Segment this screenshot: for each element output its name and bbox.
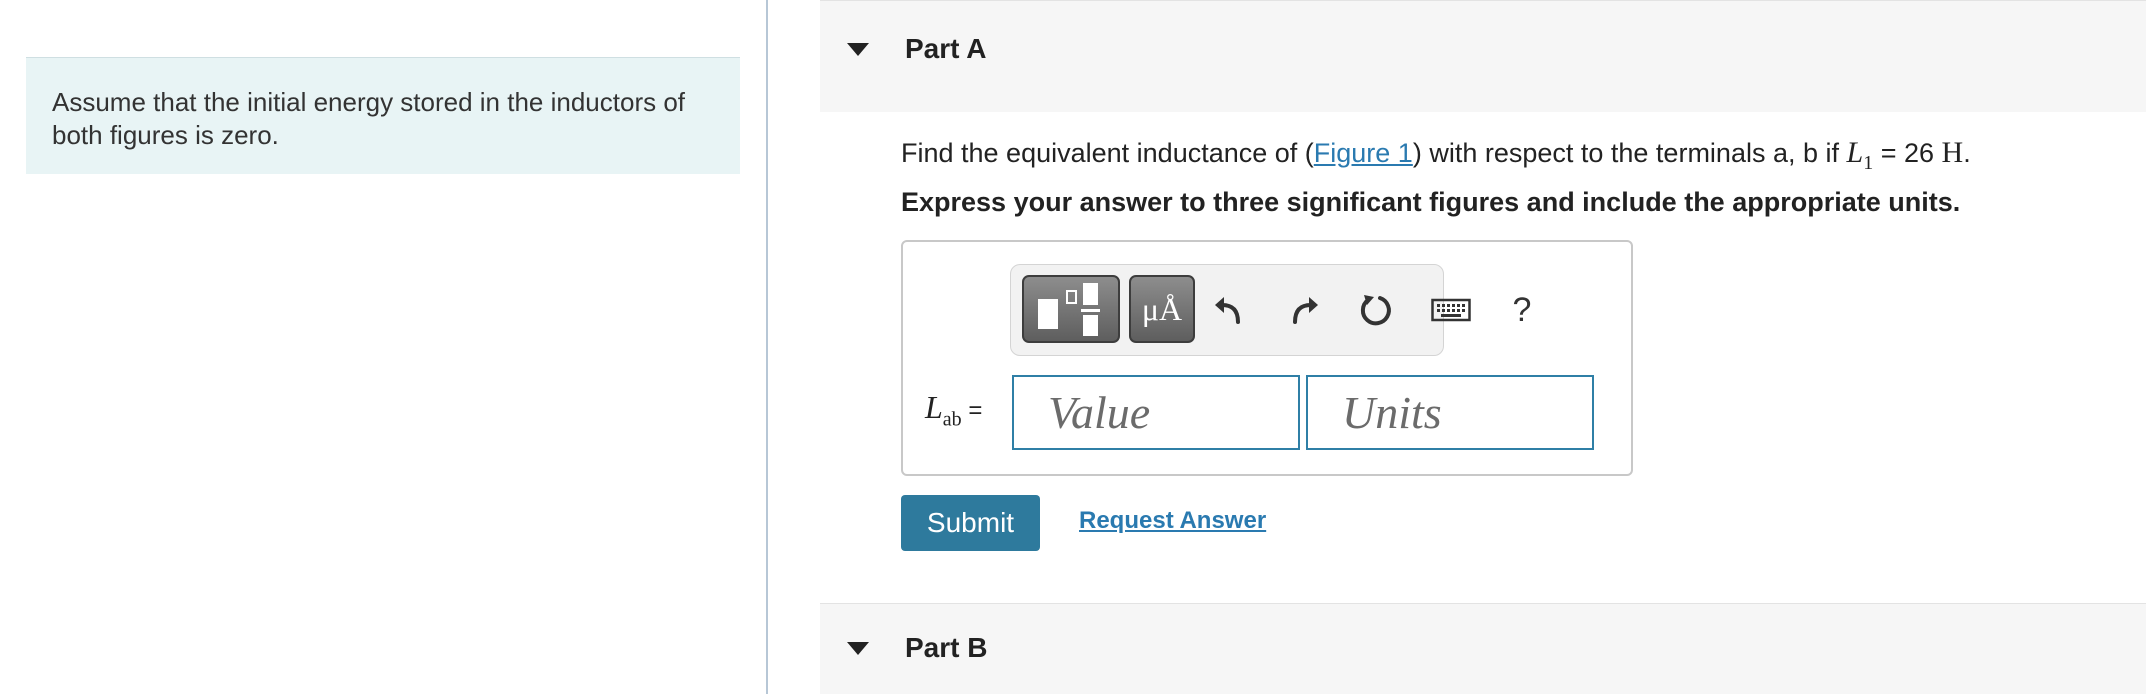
units-input[interactable]: Units — [1306, 375, 1594, 450]
note-line-1: Assume that the initial energy stored in… — [52, 87, 686, 117]
question-middle: ) with respect to the terminals a, b if — [1412, 138, 1840, 168]
part-b-title: Part B — [905, 632, 988, 663]
answer-box: μÅ ? Lab = Value Units — [901, 240, 1633, 476]
chevron-down-icon[interactable] — [847, 642, 869, 655]
note-line-2: both figures is zero. — [52, 120, 279, 150]
answer-label: Lab = — [925, 389, 983, 431]
variable-l1: L1 — [1846, 136, 1874, 174]
column-divider — [766, 0, 768, 694]
redo-icon[interactable] — [1284, 287, 1326, 333]
part-b-header[interactable]: Part B — [820, 603, 2146, 694]
reset-icon[interactable] — [1355, 287, 1397, 333]
chevron-down-icon[interactable] — [847, 43, 869, 56]
question-prefix: Find the equivalent inductance of ( — [901, 138, 1314, 168]
templates-button[interactable] — [1022, 275, 1120, 343]
value-input[interactable]: Value — [1012, 375, 1300, 450]
keyboard-icon[interactable] — [1429, 287, 1473, 333]
symbols-button[interactable]: μÅ — [1129, 275, 1195, 343]
equals-value: = 26 — [1873, 138, 1935, 168]
help-button[interactable]: ? — [1501, 287, 1543, 333]
undo-icon[interactable] — [1207, 287, 1249, 333]
part-a-header[interactable]: Part A — [820, 0, 2146, 112]
request-answer-link[interactable]: Request Answer — [1079, 507, 1266, 535]
problem-note: Assume that the initial energy stored in… — [26, 57, 740, 174]
answer-instruction: Express your answer to three significant… — [901, 187, 1961, 217]
unit-henry: H — [1941, 136, 1964, 169]
question-text: Find the equivalent inductance of (Figur… — [901, 136, 1971, 174]
math-toolbar: μÅ ? — [1010, 264, 1531, 356]
submit-button[interactable]: Submit — [901, 495, 1040, 551]
part-a-title: Part A — [905, 33, 987, 64]
figure-link[interactable]: Figure 1 — [1314, 138, 1413, 168]
